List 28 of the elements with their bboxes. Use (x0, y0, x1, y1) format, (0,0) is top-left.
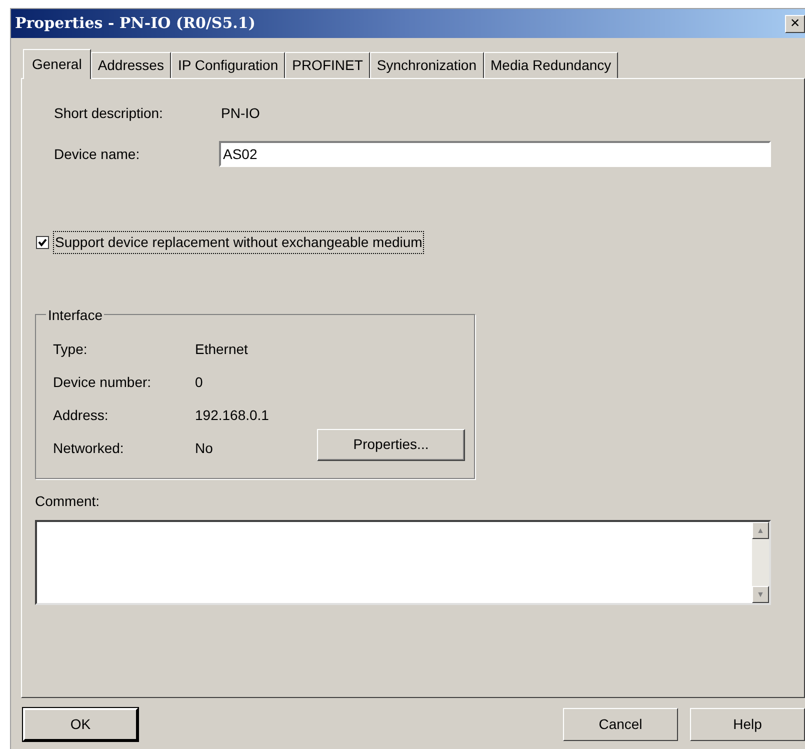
dialog-button[interactable]: Cancel (563, 708, 678, 741)
field-label: Comment: (35, 492, 101, 511)
tab[interactable]: General (23, 49, 91, 79)
field-value: Ethernet (195, 340, 249, 359)
close-button[interactable]: × (785, 14, 805, 32)
field-label: Device name: (54, 144, 141, 164)
tab[interactable]: Media Redundancy (484, 52, 618, 78)
field-label: Device number: (53, 373, 152, 392)
field-label: Address: (53, 406, 110, 425)
tab[interactable]: Synchronization (370, 52, 484, 78)
field-value: No (195, 439, 214, 458)
dialog-button[interactable]: OK (23, 708, 138, 741)
field-label: Type: (53, 340, 88, 359)
tab[interactable]: IP Configuration (170, 52, 286, 78)
field-label: Short description: (54, 104, 164, 123)
field-label: Networked: (53, 439, 125, 458)
field-value: 192.168.0.1 (195, 406, 270, 425)
dialog-button[interactable]: Help (690, 708, 805, 741)
tab[interactable]: Addresses (90, 52, 171, 78)
device-name-field[interactable]: AS02 (219, 141, 771, 167)
field-value: PN-IO (221, 104, 260, 123)
window-title: Properties - PN-IO (R0/S5.1) (15, 13, 256, 34)
check-icon (38, 238, 47, 247)
tab[interactable]: PROFINET (285, 52, 370, 78)
properties-button[interactable]: Properties... (317, 428, 465, 460)
field-value: 0 (195, 373, 204, 392)
checkbox-label[interactable]: Support device replacement without exchangeable medium (53, 231, 424, 254)
checkbox[interactable] (36, 236, 49, 249)
